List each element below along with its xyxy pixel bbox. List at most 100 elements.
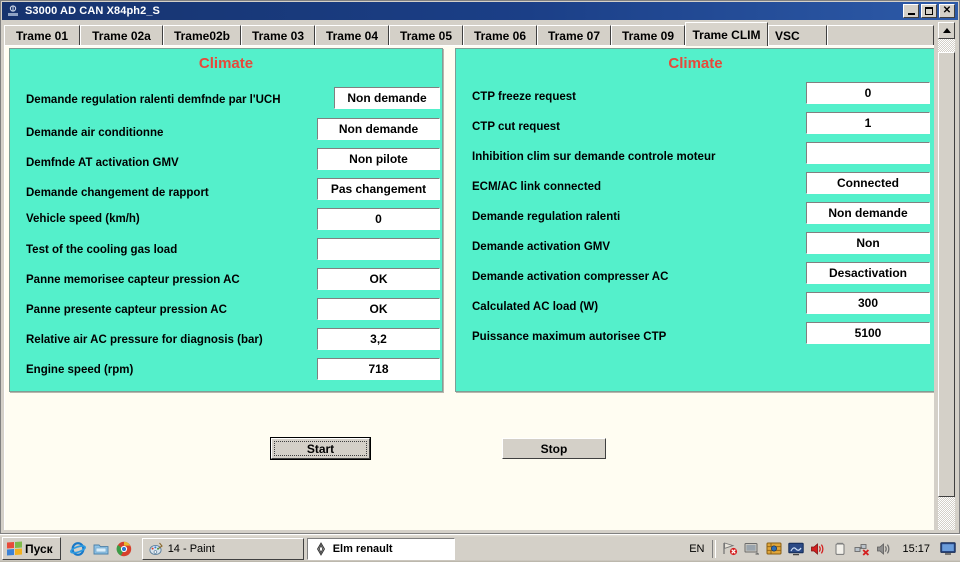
value-ecm-ac-link-connected[interactable]: Connected	[806, 172, 930, 194]
label-demande-activation-compresser-ac: Demande activation compresser AC	[472, 271, 669, 283]
value-vehicle-speed[interactable]: 0	[317, 208, 440, 230]
stop-button-label: Stop	[540, 441, 568, 456]
tab-label: VSC	[775, 28, 800, 43]
monitor-icon[interactable]	[744, 541, 760, 557]
value-panne-memorisee-capteur-pression-ac[interactable]: OK	[317, 268, 440, 290]
tab-label: Trame 05	[399, 28, 453, 43]
label-panne-presente-capteur-pression-ac: Panne presente capteur pression AC	[26, 304, 227, 316]
quick-launch-bar	[70, 540, 133, 557]
panel-left-title: Climate	[198, 55, 254, 72]
label-puissance-maximum-autorisee-ctp: Puissance maximum autorisee CTP	[472, 331, 667, 343]
label-demande-regulation-ralenti: Demande regulation ralenti	[472, 211, 621, 223]
panel-right-title: Climate	[668, 55, 723, 72]
speaker-icon[interactable]	[876, 541, 892, 557]
renault-icon	[314, 541, 328, 556]
app-icon	[5, 4, 21, 18]
value-demande-changement-de-rapport[interactable]: Pas changement	[317, 178, 440, 200]
value-relative-air-ac-pressure[interactable]: 3,2	[317, 328, 440, 350]
panel-climate-left: Climate Demande regulation ralenti demfn…	[9, 48, 443, 392]
taskbar-item-paint[interactable]: 14 - Paint	[141, 537, 304, 560]
value-demande-regulation-ralenti-uch[interactable]: Non demande	[334, 87, 440, 109]
tab-trame-clim[interactable]: Trame CLIM	[685, 22, 768, 46]
value-panne-presente-capteur-pression-ac[interactable]: OK	[317, 298, 440, 320]
tab-label: Trame 01	[15, 28, 69, 43]
start-button-label: Start	[306, 441, 335, 456]
tab-trame-06[interactable]: Trame 06	[463, 25, 537, 45]
label-relative-air-ac-pressure: Relative air AC pressure for diagnosis (…	[26, 334, 263, 346]
start-button[interactable]: Start	[270, 437, 371, 460]
tab-label: Trame 04	[325, 28, 379, 43]
tab-trame-02a[interactable]: Trame 02a	[80, 25, 163, 45]
firewall-icon[interactable]	[766, 541, 782, 557]
vertical-scrollbar[interactable]	[938, 22, 955, 530]
label-ecm-ac-link-connected: ECM/AC link connected	[472, 181, 602, 193]
tray-separator	[712, 539, 717, 558]
taskbar: Пуск 14 - Paint Elm renault EN 15:17	[0, 534, 960, 562]
show-desktop-icon[interactable]	[940, 541, 956, 557]
tab-trame-05[interactable]: Trame 05	[389, 25, 463, 45]
label-ctp-freeze-request: CTP freeze request	[472, 91, 576, 103]
close-button[interactable]: ✕	[939, 4, 955, 18]
title-bar[interactable]: S3000 AD CAN X84ph2_S ✕	[2, 2, 958, 20]
tab-label: Trame 06	[473, 28, 527, 43]
battery-icon[interactable]	[832, 541, 848, 557]
tab-label: Trame02b	[173, 28, 231, 43]
tab-label: Trame 02a	[92, 28, 151, 43]
tab-trame-04[interactable]: Trame 04	[315, 25, 389, 45]
application-window: S3000 AD CAN X84ph2_S ✕ Trame 01 Trame 0…	[0, 0, 960, 534]
window-controls: ✕	[903, 4, 955, 18]
label-demande-activation-gmv: Demande activation GMV	[472, 241, 611, 253]
taskbar-item-elm-renault[interactable]: Elm renault	[306, 537, 455, 560]
maximize-button[interactable]	[921, 4, 937, 18]
taskbar-item-paint-label: 14 - Paint	[167, 542, 215, 555]
tab-strip: Trame 01 Trame 02a Trame02b Trame 03 Tra…	[4, 22, 934, 46]
volume-icon[interactable]	[810, 541, 826, 557]
value-demande-activation-compresser-ac[interactable]: Desactivation	[806, 262, 930, 284]
value-engine-speed[interactable]: 718	[317, 358, 440, 380]
chrome-icon[interactable]	[116, 540, 133, 557]
language-indicator[interactable]: EN	[689, 543, 704, 555]
tab-label: Trame 09	[621, 28, 675, 43]
label-ctp-cut-request: CTP cut request	[472, 121, 560, 133]
minimize-button[interactable]	[903, 4, 919, 18]
label-test-cooling-gas-load: Test of the cooling gas load	[26, 244, 178, 256]
scroll-up-arrow[interactable]	[938, 22, 955, 39]
label-demande-changement-de-rapport: Demande changement de rapport	[26, 187, 209, 199]
network-error-icon[interactable]	[854, 541, 870, 557]
start-menu-button[interactable]: Пуск	[2, 537, 61, 560]
value-calculated-ac-load[interactable]: 300	[806, 292, 930, 314]
tab-trame-01[interactable]: Trame 01	[4, 25, 80, 45]
internet-explorer-icon[interactable]	[70, 540, 87, 557]
system-tray: EN 15:17	[689, 537, 960, 561]
paint-icon	[149, 542, 163, 556]
start-menu-label: Пуск	[25, 541, 53, 556]
label-demande-air-conditionne: Demande air conditionne	[26, 127, 164, 139]
value-demande-air-conditionne[interactable]: Non demande	[317, 118, 440, 140]
clock[interactable]: 15:17	[902, 543, 930, 555]
display-adapter-icon[interactable]	[788, 541, 805, 557]
tab-label: Trame 07	[547, 28, 601, 43]
folder-icon[interactable]	[93, 540, 110, 557]
tab-trame-03[interactable]: Trame 03	[241, 25, 315, 45]
stop-button[interactable]: Stop	[502, 438, 606, 459]
value-demande-regulation-ralenti[interactable]: Non demande	[806, 202, 930, 224]
value-ctp-cut-request[interactable]: 1	[806, 112, 930, 134]
value-ctp-freeze-request[interactable]: 0	[806, 82, 930, 104]
tab-vsc[interactable]: VSC	[768, 25, 827, 45]
value-demfnde-at-activation-gmv[interactable]: Non pilote	[317, 148, 440, 170]
tab-trame-09[interactable]: Trame 09	[611, 25, 685, 45]
scrollbar-thumb[interactable]	[938, 52, 955, 497]
label-vehicle-speed: Vehicle speed (km/h)	[26, 213, 140, 225]
label-demande-regulation-ralenti-uch: Demande regulation ralenti demfnde par l…	[26, 94, 281, 106]
value-inhibition-clim-controle-moteur[interactable]	[806, 142, 930, 164]
tab-trame-07[interactable]: Trame 07	[537, 25, 611, 45]
screen: S3000 AD CAN X84ph2_S ✕ Trame 01 Trame 0…	[0, 0, 960, 562]
network-disconnected-icon[interactable]	[722, 541, 738, 557]
taskbar-item-elm-renault-label: Elm renault	[332, 542, 393, 555]
value-demande-activation-gmv[interactable]: Non	[806, 232, 930, 254]
value-test-cooling-gas-load[interactable]	[317, 238, 440, 260]
value-puissance-maximum-autorisee-ctp[interactable]: 5100	[806, 322, 930, 344]
tab-label: Trame 03	[251, 28, 305, 43]
tab-trame-02b[interactable]: Trame02b	[163, 25, 241, 45]
label-demfnde-at-activation-gmv: Demfnde AT activation GMV	[26, 157, 179, 169]
